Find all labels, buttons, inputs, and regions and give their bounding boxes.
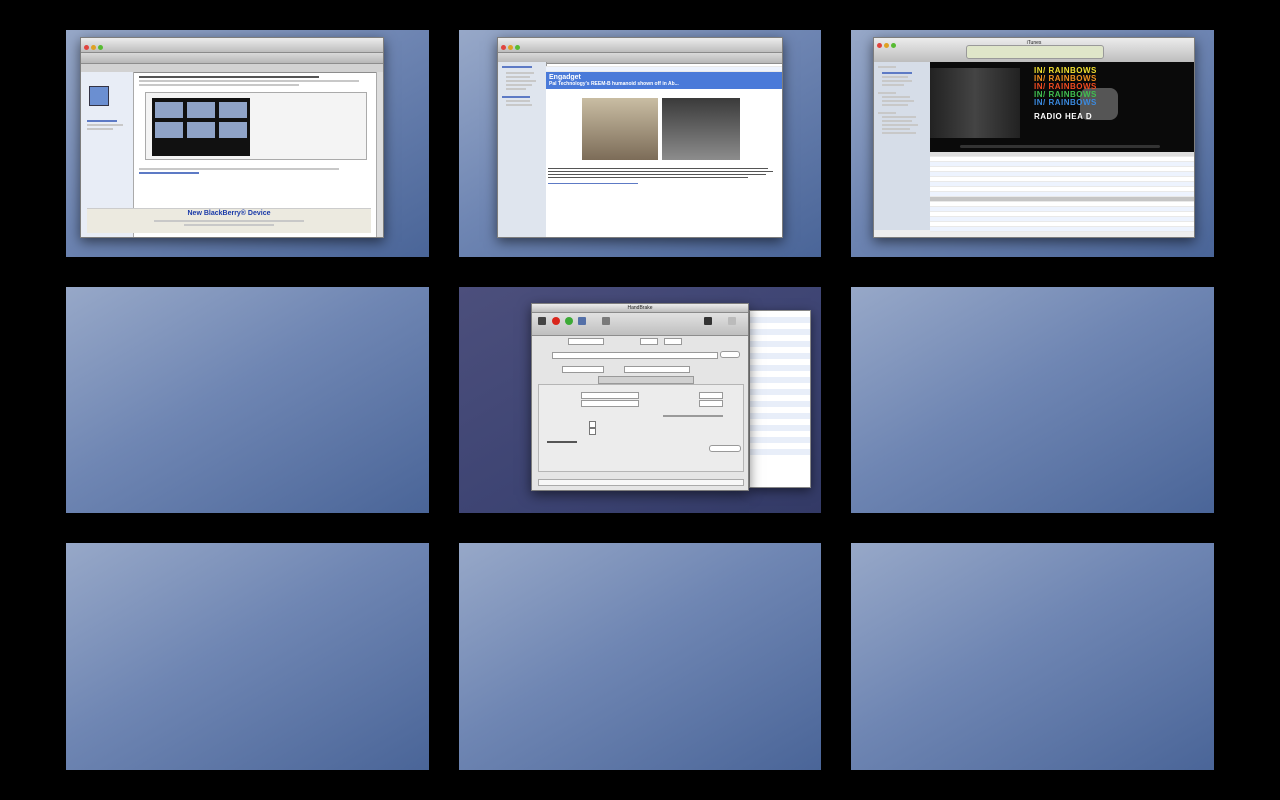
preview-button[interactable]: [704, 317, 712, 325]
handbrake-toolbar[interactable]: [532, 313, 748, 336]
chapter-end-select[interactable]: [664, 338, 682, 345]
mailbox-list[interactable]: [498, 62, 547, 237]
itunes-window[interactable]: iTunes IN/ RAINBOWS IN/ RAINBOWS IN/ RAI…: [873, 37, 1195, 238]
window-controls[interactable]: [84, 42, 105, 56]
coverflow-scroller[interactable]: [960, 145, 1160, 148]
robot-photo-2: [662, 98, 740, 160]
space-7[interactable]: [66, 543, 429, 770]
space-1[interactable]: New BlackBerry® Device: [66, 30, 429, 257]
safari-address-bar[interactable]: [81, 53, 383, 64]
space-6[interactable]: [851, 287, 1214, 513]
quality-slider[interactable]: [663, 415, 723, 417]
album-title-line: IN/ RAINBOWS: [1034, 98, 1097, 107]
pause-button[interactable]: [565, 317, 573, 325]
window-controls[interactable]: [877, 42, 898, 52]
space-9[interactable]: [851, 543, 1214, 770]
window-title: HandBrake: [627, 305, 653, 311]
article-text: [548, 166, 778, 186]
add-to-queue-button[interactable]: [578, 317, 586, 325]
space-3[interactable]: iTunes IN/ RAINBOWS IN/ RAINBOWS IN/ RAI…: [851, 30, 1214, 257]
rss-article: Engadget Pal Technology's REEM-B humanoi…: [546, 72, 782, 237]
safari-titlebar[interactable]: [81, 38, 383, 53]
message-list[interactable]: [546, 62, 782, 72]
ad-title[interactable]: New BlackBerry® Device: [87, 209, 371, 218]
handbrake-titlebar[interactable]: HandBrake: [532, 304, 748, 313]
album-artist: RADIO HEA D: [1034, 112, 1093, 121]
target-size-field[interactable]: [699, 392, 723, 399]
video-codec-select[interactable]: [581, 392, 639, 399]
mail-window[interactable]: Engadget Pal Technology's REEM-B humanoi…: [497, 37, 783, 238]
attached-screenshot: [145, 92, 367, 160]
progress-bar: [538, 479, 744, 486]
source-button[interactable]: [538, 317, 546, 325]
picture-settings-button[interactable]: [709, 445, 741, 452]
source-list[interactable]: [874, 62, 931, 230]
codecs-select[interactable]: [624, 366, 690, 373]
mail-titlebar[interactable]: [498, 38, 782, 53]
bitrate-field[interactable]: [699, 400, 723, 407]
avatar: [89, 86, 109, 106]
picture-settings-label: [547, 441, 577, 443]
grayscale-checkbox[interactable]: [589, 421, 596, 428]
start-button[interactable]: [552, 317, 560, 325]
space-5[interactable]: HandBrake: [459, 287, 821, 513]
activity-button[interactable]: [728, 317, 736, 325]
two-pass-checkbox[interactable]: [589, 428, 596, 435]
handbrake-queue-window[interactable]: [749, 310, 811, 488]
show-queue-button[interactable]: [602, 317, 610, 325]
format-select[interactable]: [562, 366, 604, 373]
window-controls[interactable]: [501, 42, 522, 56]
itunes-titlebar[interactable]: iTunes: [874, 38, 1194, 63]
browse-button[interactable]: [720, 351, 740, 358]
space-8[interactable]: [459, 543, 821, 770]
feed-name: Engadget: [549, 74, 581, 81]
spaces-thumbnail: [152, 98, 250, 156]
now-playing-display[interactable]: [966, 45, 1104, 59]
space-4[interactable]: [66, 287, 429, 513]
handbrake-window[interactable]: HandBrake: [531, 303, 749, 491]
video-settings-panel: [538, 384, 744, 472]
article-header: Engadget Pal Technology's REEM-B humanoi…: [546, 72, 782, 89]
safari-window[interactable]: New BlackBerry® Device: [80, 37, 384, 238]
track-list[interactable]: [930, 152, 1194, 232]
destination-field[interactable]: [552, 352, 718, 359]
settings-tabs[interactable]: [598, 376, 694, 384]
forum-post-body: [139, 74, 373, 176]
scrollbar[interactable]: [376, 72, 383, 237]
framerate-select[interactable]: [581, 400, 639, 407]
robot-photo-1: [582, 98, 658, 160]
article-headline[interactable]: Pal Technology's REEM-B humanoid shown o…: [549, 81, 779, 87]
title-select[interactable]: [568, 338, 604, 345]
cover-flow[interactable]: IN/ RAINBOWS IN/ RAINBOWS IN/ RAINBOWS I…: [930, 62, 1194, 152]
blackberry-ad[interactable]: New BlackBerry® Device: [87, 208, 371, 233]
chapter-start-select[interactable]: [640, 338, 658, 345]
space-2[interactable]: Engadget Pal Technology's REEM-B humanoi…: [459, 30, 821, 257]
